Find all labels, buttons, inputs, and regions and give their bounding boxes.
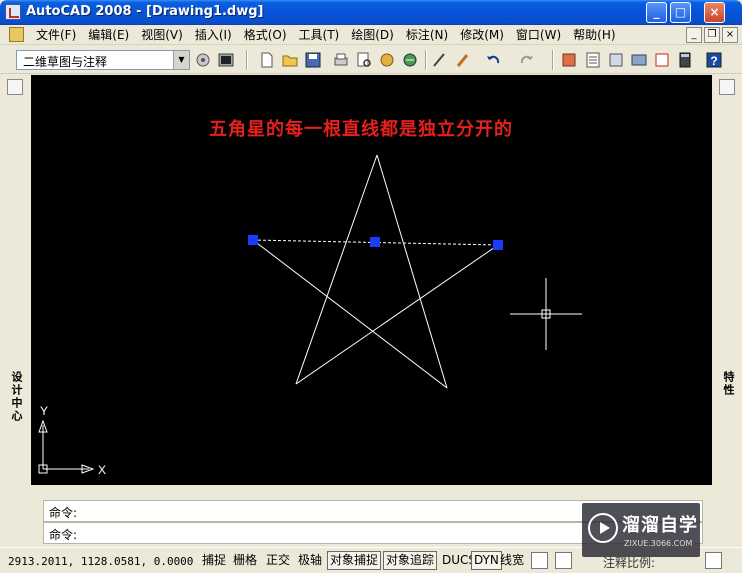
design-center-icon[interactable] xyxy=(7,79,23,95)
grid-toggle[interactable]: 栅格 xyxy=(230,551,260,570)
plot-preview-icon[interactable] xyxy=(355,51,373,69)
doc-minimize-button[interactable]: _ xyxy=(686,27,702,43)
svg-text:?: ? xyxy=(710,54,717,68)
workspace-select[interactable]: 二维草图与注释 ▼ xyxy=(16,50,190,70)
workspace-icon[interactable] xyxy=(217,51,235,69)
doc-close-button[interactable]: × xyxy=(722,27,738,43)
otrack-toggle[interactable]: 对象追踪 xyxy=(383,551,438,570)
menu-item[interactable]: 窗口(W) xyxy=(510,27,567,43)
toolbar-separator xyxy=(552,50,554,70)
undo-icon[interactable] xyxy=(484,51,502,69)
drawing-canvas[interactable]: 五角星的每一根直线都是独立分开的 Y X xyxy=(31,75,712,485)
title-bar: AutoCAD 2008 - [Drawing1.dwg] _ □ × xyxy=(0,0,742,25)
plot-icon[interactable] xyxy=(332,51,350,69)
ucs-icon xyxy=(38,419,95,474)
properties-label: 特性 xyxy=(722,371,735,397)
ucs-x-label: X xyxy=(98,463,106,477)
command-history-text: 命令: xyxy=(49,506,78,520)
standard-toolbar: 二维草图与注释 ▼ ? xyxy=(0,46,742,74)
ortho-toggle[interactable]: 正交 xyxy=(263,551,293,570)
properties-icon[interactable] xyxy=(584,51,602,69)
window-title: AutoCAD 2008 - [Drawing1.dwg] xyxy=(26,4,264,19)
menu-item[interactable]: 修改(M) xyxy=(454,27,510,43)
drawing-svg[interactable]: Y X xyxy=(31,75,712,485)
menu-item[interactable]: 文件(F) xyxy=(30,27,82,43)
workspace-settings-icon[interactable] xyxy=(194,51,212,69)
lineweight-toggle[interactable]: 线宽 xyxy=(497,551,527,570)
help-icon[interactable]: ? xyxy=(705,51,723,69)
ucs-y-label: Y xyxy=(40,404,48,418)
cut-icon[interactable] xyxy=(430,51,448,69)
save-icon[interactable] xyxy=(304,51,322,69)
document-icon[interactable] xyxy=(9,27,24,42)
doc-restore-button[interactable]: ❐ xyxy=(704,27,720,43)
workspace-select-value: 二维草图与注释 xyxy=(23,55,108,69)
coordinate-readout: 2913.2011, 1128.0581, 0.0000 xyxy=(8,555,194,568)
menu-item[interactable]: 标注(N) xyxy=(400,27,454,43)
design-center-icon[interactable] xyxy=(607,51,625,69)
command-prompt: 命令: xyxy=(49,528,78,542)
watermark-logo: 溜溜自学 ZIXUE.3066.COM xyxy=(582,503,700,557)
publish-icon[interactable] xyxy=(378,51,396,69)
minimize-button[interactable]: _ xyxy=(646,2,667,23)
menu-item[interactable]: 视图(V) xyxy=(135,27,189,43)
open-file-icon[interactable] xyxy=(281,51,299,69)
star-line-4[interactable] xyxy=(252,239,448,389)
menu-item[interactable]: 绘图(D) xyxy=(345,27,400,43)
model-space-icon[interactable] xyxy=(531,552,548,569)
toolbar-separator xyxy=(246,50,248,70)
menu-item[interactable]: 编辑(E) xyxy=(82,27,135,43)
grip-start[interactable] xyxy=(248,235,258,245)
pan-icon[interactable] xyxy=(560,51,578,69)
3d-dwf-icon[interactable] xyxy=(401,51,419,69)
calculator-icon[interactable] xyxy=(676,51,694,69)
redo-icon[interactable] xyxy=(518,51,536,69)
properties-icon[interactable] xyxy=(719,79,735,95)
toolbar-separator xyxy=(425,50,427,70)
menu-item[interactable]: 帮助(H) xyxy=(567,27,621,43)
menu-item[interactable]: 工具(T) xyxy=(293,27,346,43)
star-line-2[interactable] xyxy=(295,244,499,385)
close-button[interactable]: × xyxy=(704,2,725,23)
play-logo-icon xyxy=(588,513,618,543)
snap-toggle[interactable]: 捕捉 xyxy=(199,551,229,570)
maximize-button[interactable]: □ xyxy=(670,2,691,23)
tool-palettes-icon[interactable] xyxy=(630,51,648,69)
grip-mid[interactable] xyxy=(370,237,380,247)
clean-screen-icon[interactable] xyxy=(705,552,722,569)
star-line-5[interactable] xyxy=(376,154,448,389)
menu-item[interactable]: 格式(O) xyxy=(238,27,293,43)
chevron-down-icon[interactable]: ▼ xyxy=(173,51,189,69)
watermark-url: ZIXUE.3066.COM xyxy=(624,539,693,548)
polar-toggle[interactable]: 极轴 xyxy=(295,551,325,570)
autocad-app-icon[interactable] xyxy=(5,4,21,20)
menu-items: 文件(F) 编辑(E) 视图(V) 插入(I) 格式(O) 工具(T) 绘图(D) 标注(N)… xyxy=(30,27,622,43)
markup-icon[interactable] xyxy=(653,51,671,69)
design-center-panel[interactable]: 设计中心 xyxy=(0,75,30,485)
new-file-icon[interactable] xyxy=(258,51,276,69)
grip-end[interactable] xyxy=(493,240,503,250)
watermark-name: 溜溜自学 xyxy=(622,515,698,536)
crosshair-cursor xyxy=(510,278,582,350)
match-properties-icon[interactable] xyxy=(454,51,472,69)
layout-icon[interactable] xyxy=(555,552,572,569)
design-center-label: 设计中心 xyxy=(10,371,23,423)
menu-bar: 文件(F) 编辑(E) 视图(V) 插入(I) 格式(O) 工具(T) 绘图(D) 标注(N)… xyxy=(0,25,742,45)
osnap-toggle[interactable]: 对象捕捉 xyxy=(327,551,382,570)
star-line-1[interactable] xyxy=(295,154,378,385)
menu-item[interactable]: 插入(I) xyxy=(189,27,238,43)
properties-panel[interactable]: 特性 xyxy=(712,75,742,485)
